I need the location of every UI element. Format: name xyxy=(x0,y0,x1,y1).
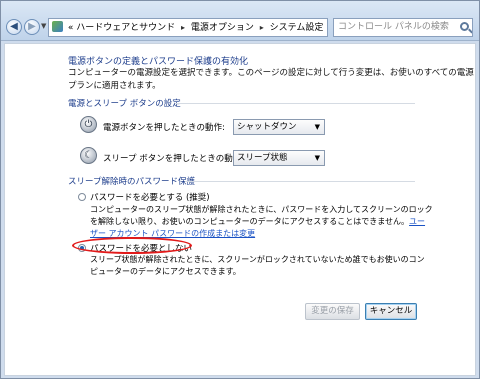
breadcrumb-separator-icon[interactable]: ▸ xyxy=(181,23,185,32)
power-button-action-select[interactable]: シャットダウン ▼ xyxy=(233,119,325,135)
recent-pages-dropdown-icon[interactable]: ▼ xyxy=(41,22,46,30)
search-placeholder: コントロール パネルの検索 xyxy=(338,22,449,32)
chevron-down-icon: ▼ xyxy=(314,123,320,131)
sleep-button-action-value: スリープ状態 xyxy=(237,153,288,163)
search-input[interactable]: コントロール パネルの検索 xyxy=(333,18,473,37)
breadcrumb-system-settings[interactable]: システム設定 xyxy=(270,23,324,33)
require-password-description-line2: を解除しない限り、お使いのコンピューターのデータにアクセスすることはできません。… xyxy=(90,216,425,227)
control-panel-window: ◀ ▶ ▼ « ハードウェアとサウンド ▸ 電源オプション ▸ システム設定 コ… xyxy=(0,0,480,379)
require-password-radio[interactable] xyxy=(78,193,86,201)
control-panel-icon xyxy=(52,21,63,32)
forward-button[interactable]: ▶ xyxy=(24,19,40,35)
breadcrumb-power-options[interactable]: 電源オプション xyxy=(191,23,254,33)
breadcrumb[interactable]: « ハードウェアとサウンド ▸ 電源オプション ▸ システム設定 xyxy=(48,18,328,37)
require-password-label[interactable]: パスワードを必要とする (推奨) xyxy=(90,191,210,203)
power-buttons-group-title: 電源とスリープ ボタンの設定 xyxy=(68,99,181,109)
user-account-link-start[interactable]: ユー xyxy=(409,217,425,226)
sleep-button-label: スリープ ボタンを押したときの動作: xyxy=(103,154,245,164)
no-password-description-line1: スリープ状態が解除されたときに、スクリーンがロックされていないため誰でもお使いの… xyxy=(90,255,425,264)
sleep-button-icon: ☾ xyxy=(80,147,97,164)
power-button-action-value: シャットダウン xyxy=(237,122,297,132)
group-divider xyxy=(175,103,415,104)
no-password-description-line2: ピューターのデータにアクセスできます。 xyxy=(90,267,241,276)
cancel-button[interactable]: キャンセル xyxy=(365,303,417,320)
address-bar: ◀ ▶ ▼ « ハードウェアとサウンド ▸ 電源オプション ▸ システム設定 コ… xyxy=(1,1,479,41)
breadcrumb-separator-icon[interactable]: ▸ xyxy=(260,23,264,32)
require-password-description-line1: コンピューターのスリープ状態が解除されたときに、パスワードを入力してスクリーンの… xyxy=(90,205,433,214)
search-icon[interactable] xyxy=(460,22,469,31)
power-button-icon: ⏻ xyxy=(80,116,97,133)
sleep-button-action-select[interactable]: スリープ状態 ▼ xyxy=(233,150,325,166)
main-content: 電源ボタンの定義とパスワード保護の有効化 コンピューターの電源設定を選択できます… xyxy=(4,43,476,376)
power-button-label: 電源ボタンを押したときの動作: xyxy=(103,123,225,133)
red-highlight-ellipse xyxy=(72,237,192,254)
page-description-line2: プランに適用されます。 xyxy=(68,81,161,91)
breadcrumb-prefix[interactable]: « xyxy=(68,23,74,33)
back-button[interactable]: ◀ xyxy=(6,19,22,35)
group-divider xyxy=(185,181,415,182)
save-changes-button[interactable]: 変更の保存 xyxy=(305,303,360,320)
breadcrumb-hardware-sound[interactable]: ハードウェアとサウンド xyxy=(76,23,175,33)
password-group-title: スリープ解除時のパスワード保護 xyxy=(68,177,195,187)
page-description-line1: コンピューターの電源設定を選択できます。このページの設定に対して行う変更は、お使… xyxy=(68,68,474,78)
require-password-description-text: を解除しない限り、お使いのコンピューターのデータにアクセスすることはできません。 xyxy=(90,217,410,226)
chevron-down-icon: ▼ xyxy=(314,154,320,162)
